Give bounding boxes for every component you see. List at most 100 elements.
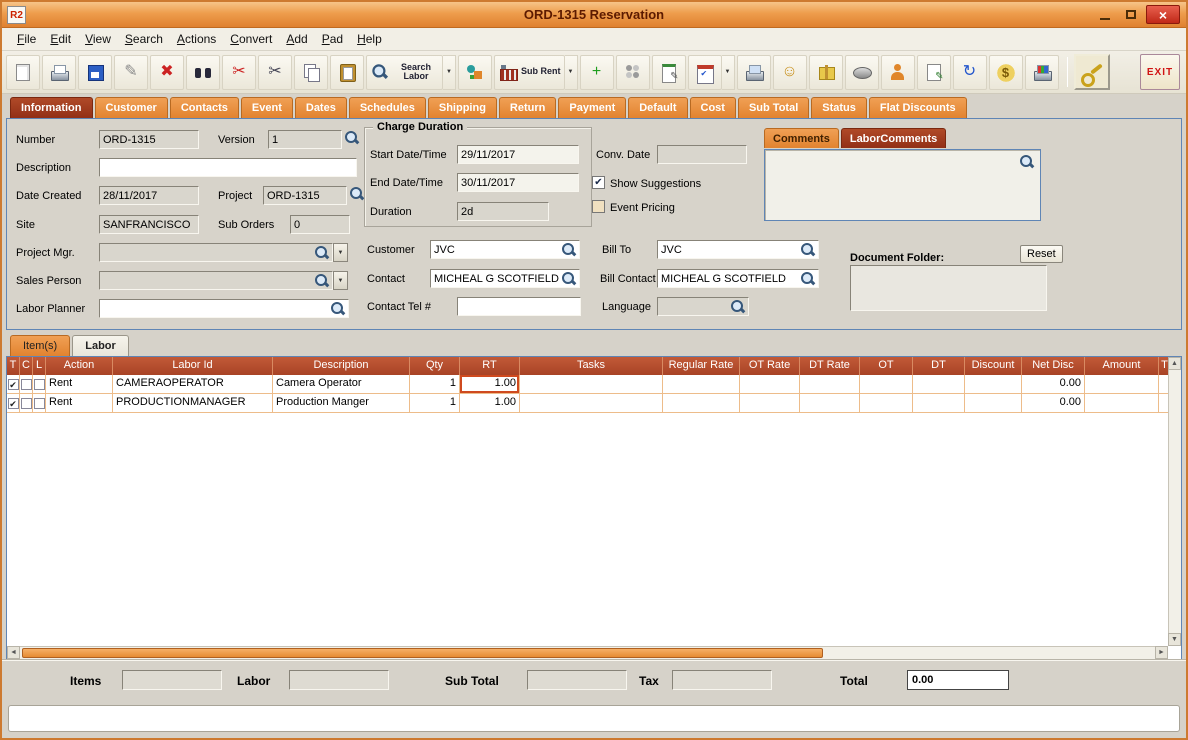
scroll-down-icon[interactable]: ▼ [1168, 633, 1181, 646]
package-button[interactable] [809, 55, 843, 90]
labor-planner-search-icon[interactable] [331, 302, 345, 316]
end-date-field[interactable]: 30/11/2017 [457, 173, 579, 192]
cell-dt[interactable] [913, 394, 965, 413]
bill-contact-field[interactable]: MICHEAL G SCOTFIELD [657, 269, 819, 288]
cell-checkbox-l[interactable] [33, 394, 46, 413]
tab-flat-discounts[interactable]: Flat Discounts [869, 97, 967, 118]
column-header-dt[interactable]: DT [913, 357, 965, 375]
delete-button[interactable]: ✖ [150, 55, 184, 90]
scroll-left-icon[interactable]: ◄ [7, 646, 20, 659]
checkbox[interactable] [21, 379, 32, 390]
contact-field[interactable]: MICHEAL G SCOTFIELD [430, 269, 580, 288]
menu-actions[interactable]: Actions [170, 29, 223, 49]
calendar-button[interactable] [688, 55, 722, 90]
language-search-icon[interactable] [731, 300, 745, 314]
person-search-button[interactable] [881, 55, 915, 90]
smiley-button[interactable]: ☺ [773, 55, 807, 90]
number-field[interactable]: ORD-1315 [99, 130, 199, 149]
show-suggestions-checkbox[interactable]: ✔ [592, 176, 605, 189]
menu-convert[interactable]: Convert [223, 29, 279, 49]
barcode-print-button[interactable] [737, 55, 771, 90]
cell-amount[interactable] [1085, 394, 1159, 413]
tab-dates[interactable]: Dates [295, 97, 347, 118]
cell-regular_rate[interactable] [663, 375, 740, 394]
tab-item-s[interactable]: Item(s) [10, 335, 70, 356]
tab-contacts[interactable]: Contacts [170, 97, 239, 118]
cell-discount[interactable] [965, 375, 1022, 394]
shapes-button[interactable] [458, 55, 492, 90]
cell-net_disc[interactable]: 0.00 [1022, 375, 1085, 394]
tab-labor[interactable]: Labor [72, 335, 129, 356]
project-mgr-search-icon[interactable] [315, 246, 329, 260]
horizontal-scrollbar[interactable]: ◄ ► [7, 646, 1168, 659]
cell-amount[interactable] [1085, 375, 1159, 394]
vertical-scrollbar[interactable]: ▲ ▼ [1168, 357, 1181, 646]
column-header-c[interactable]: C [20, 357, 33, 375]
sub-rent-button[interactable]: Sub Rent [494, 55, 565, 90]
cell-dt_rate[interactable] [800, 394, 860, 413]
duration-field[interactable]: 2d [457, 202, 549, 221]
paste-button[interactable] [330, 55, 364, 90]
customer-field[interactable]: JVC [430, 240, 580, 259]
cell-description[interactable]: Camera Operator [273, 375, 410, 394]
start-date-field[interactable]: 29/11/2017 [457, 145, 579, 164]
currency-refresh-button[interactable]: ↻ [953, 55, 987, 90]
checkbox[interactable] [34, 398, 45, 409]
exit-button[interactable]: EXIT [1140, 54, 1180, 90]
bill-to-search-icon[interactable] [801, 243, 815, 257]
cell-qty[interactable]: 1 [410, 375, 460, 394]
cell-net_disc[interactable]: 0.00 [1022, 394, 1085, 413]
tab-cost[interactable]: Cost [690, 97, 736, 118]
scrollbar-thumb[interactable] [22, 648, 823, 658]
comments-search-icon[interactable] [1020, 155, 1034, 169]
labor-planner-field[interactable] [99, 299, 349, 318]
cell-labor_id[interactable]: CAMERAOPERATOR [113, 375, 273, 394]
cell-discount[interactable] [965, 394, 1022, 413]
minimize-button[interactable] [1094, 5, 1116, 24]
tab-status[interactable]: Status [811, 97, 867, 118]
search-labor-button[interactable]: Search Labor [366, 55, 443, 90]
column-header-discount[interactable]: Discount [965, 357, 1022, 375]
cell-checkbox-t[interactable]: ✔ [7, 394, 20, 413]
description-field[interactable] [99, 158, 357, 177]
cell-rt[interactable]: 1.00 [460, 375, 520, 394]
cell-qty[interactable]: 1 [410, 394, 460, 413]
cell-regular_rate[interactable] [663, 394, 740, 413]
checkbox[interactable] [34, 379, 45, 390]
checkbox[interactable] [21, 398, 32, 409]
comments-textarea[interactable] [764, 149, 1041, 221]
event-pricing-checkbox[interactable] [592, 200, 605, 213]
tab-information[interactable]: Information [10, 97, 93, 118]
close-button[interactable]: × [1146, 5, 1180, 24]
cut-button[interactable]: ✂ [258, 55, 292, 90]
bill-to-field[interactable]: JVC [657, 240, 819, 259]
cell-labor_id[interactable]: PRODUCTIONMANAGER [113, 394, 273, 413]
calendar-button-dropdown[interactable]: ▼ [722, 55, 735, 90]
cell-ot_rate[interactable] [740, 375, 800, 394]
project-mgr-dropdown[interactable]: ▼ [333, 243, 348, 262]
menu-help[interactable]: Help [350, 29, 389, 49]
scroll-up-icon[interactable]: ▲ [1168, 357, 1181, 370]
column-header-regular_rate[interactable]: Regular Rate [663, 357, 740, 375]
column-header-rt[interactable]: RT [460, 357, 520, 375]
reset-button[interactable]: Reset [1020, 245, 1063, 263]
cell-checkbox-c[interactable] [20, 375, 33, 394]
column-header-action[interactable]: Action [46, 357, 113, 375]
cell-rt[interactable]: 1.00 [460, 394, 520, 413]
project-field[interactable]: ORD-1315 [263, 186, 347, 205]
sub-orders-field[interactable]: 0 [290, 215, 350, 234]
color-print-button[interactable] [1025, 55, 1059, 90]
tab-return[interactable]: Return [499, 97, 556, 118]
find-button[interactable] [186, 55, 220, 90]
version-search-icon[interactable] [345, 131, 361, 147]
sales-person-search-icon[interactable] [315, 274, 329, 288]
column-header-t[interactable]: T [7, 357, 20, 375]
menu-add[interactable]: Add [279, 29, 314, 49]
document-folder-box[interactable] [850, 265, 1047, 311]
sales-person-field[interactable] [99, 271, 333, 290]
language-field[interactable] [657, 297, 749, 316]
edit-button[interactable]: ✎ [114, 55, 148, 90]
cell-checkbox-c[interactable] [20, 394, 33, 413]
tab-shipping[interactable]: Shipping [428, 97, 497, 118]
tab-comments[interactable]: Comments [764, 128, 839, 148]
